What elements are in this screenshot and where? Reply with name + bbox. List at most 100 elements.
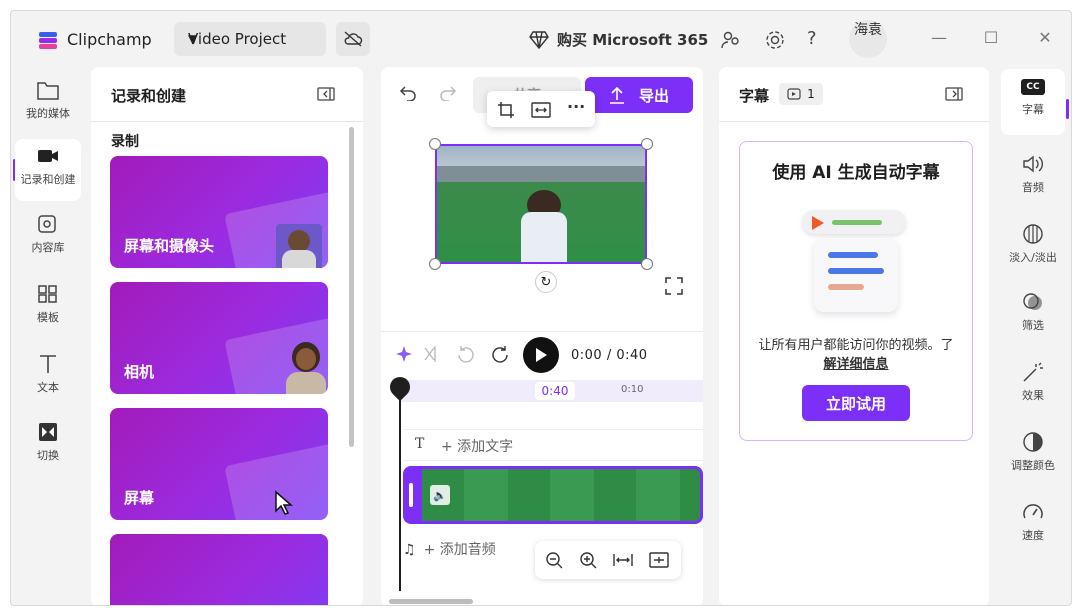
avatar[interactable]: 海袁 <box>849 20 887 58</box>
try-now-button[interactable]: 立即试用 <box>802 385 910 421</box>
rail-label: 切换 <box>37 449 59 462</box>
buy-m365-button[interactable]: 购买 Microsoft 365 <box>529 29 708 50</box>
cloud-off-icon <box>344 31 363 47</box>
fullscreen-icon[interactable] <box>665 277 683 295</box>
rail-label: 调整颜色 <box>1011 459 1055 472</box>
rail-item-color-adjust[interactable]: 调整颜色 <box>1001 425 1065 491</box>
settings-gear-icon[interactable] <box>763 28 787 52</box>
rail-item-audio[interactable]: 音频 <box>1001 147 1065 213</box>
playhead[interactable] <box>399 379 401 591</box>
resize-handle[interactable] <box>641 138 653 150</box>
rail-item-transitions[interactable]: 切换 <box>15 415 81 477</box>
zoom-out-icon[interactable] <box>545 551 563 569</box>
undo-icon[interactable] <box>399 85 417 101</box>
timeline-scrollbar[interactable] <box>389 599 473 604</box>
rail-item-fade[interactable]: 淡入/淡出 <box>1001 217 1065 283</box>
buy-label: 购买 Microsoft 365 <box>557 31 709 49</box>
clip-trim-handle[interactable] <box>409 483 413 507</box>
promo-desc-text: 让所有用户都能访问你的视频。了 <box>758 338 954 353</box>
rail-item-speed[interactable]: 速度 <box>1001 495 1065 561</box>
rail-label: 效果 <box>1022 389 1044 402</box>
more-options-icon[interactable]: ··· <box>567 97 585 116</box>
rail-item-captions[interactable]: CC 字幕 <box>1001 69 1065 135</box>
play-icon <box>536 348 547 362</box>
chevron-down-icon: ▼ <box>188 32 198 46</box>
video-clip[interactable]: 🔈 <box>403 466 703 524</box>
crop-icon[interactable] <box>497 101 515 119</box>
card-camera[interactable]: 相机 <box>110 282 328 394</box>
speed-icon <box>1023 504 1043 519</box>
fade-icon <box>1023 224 1043 244</box>
effects-icon <box>1023 362 1043 382</box>
close-button[interactable]: ✕ <box>1035 28 1055 48</box>
split-icon[interactable] <box>423 345 447 363</box>
rewind-5-icon[interactable] <box>457 345 475 363</box>
filters-icon <box>1023 293 1042 310</box>
rail-item-record-create[interactable]: 记录和创建 <box>15 139 81 201</box>
card-more[interactable] <box>110 534 328 605</box>
camera-icon <box>38 150 58 162</box>
timeline-ruler[interactable]: 0:40 0:10 <box>399 380 703 402</box>
redo-icon[interactable] <box>439 85 457 101</box>
play-button[interactable] <box>523 337 559 373</box>
collapse-panel-icon[interactable] <box>945 87 963 101</box>
export-button[interactable]: 导出 <box>585 77 693 113</box>
text-track[interactable]: T + 添加文字 <box>403 429 703 461</box>
panel-title: 字幕 <box>739 87 770 105</box>
resize-handle[interactable] <box>641 258 653 270</box>
clip-volume-icon[interactable]: 🔈 <box>430 485 450 505</box>
captions-icon: CC <box>1021 79 1045 95</box>
resize-handle[interactable] <box>429 138 441 150</box>
color-adjust-icon <box>1023 432 1043 452</box>
maximize-button[interactable]: ☐ <box>981 28 1001 48</box>
card-screen-camera[interactable]: 屏幕和摄像头 <box>110 156 328 268</box>
rail-label: 音频 <box>1022 181 1044 194</box>
learn-more-link[interactable]: 解详细信息 <box>823 357 888 372</box>
ai-sparkle-icon[interactable] <box>395 345 413 363</box>
card-label: 屏幕和摄像头 <box>124 237 215 255</box>
fit-icon[interactable] <box>531 102 551 118</box>
snap-icon[interactable] <box>649 552 669 568</box>
share-people-icon[interactable] <box>719 28 743 52</box>
captions-panel: 字幕 1 使用 AI 生成自动字幕 让所有用户都能访问你的视频。了 解详细信息 … <box>719 67 989 605</box>
rail-item-filters[interactable]: 筛选 <box>1001 285 1065 351</box>
rail-label: 记录和创建 <box>20 173 76 186</box>
audio-track[interactable]: ♫ + 添加音频 <box>403 539 496 559</box>
captions-illustration <box>802 204 912 316</box>
rail-label: 文本 <box>37 381 59 394</box>
rail-label: 我的媒体 <box>26 107 70 120</box>
time-total: 0:40 <box>616 348 648 363</box>
rail-item-effects[interactable]: 效果 <box>1001 355 1065 421</box>
project-name-dropdown[interactable]: Video Project ▼ <box>174 22 326 56</box>
minimize-button[interactable]: — <box>929 28 949 48</box>
divider <box>91 121 363 122</box>
preview-background <box>437 166 645 182</box>
rail-item-text[interactable]: 文本 <box>15 347 81 409</box>
resize-handle[interactable] <box>429 258 441 270</box>
ruler-mark-current: 0:40 <box>535 382 575 400</box>
rail-label: 内容库 <box>31 241 65 254</box>
rail-item-library[interactable]: 内容库 <box>15 207 81 269</box>
rail-label: 字幕 <box>1022 103 1044 116</box>
cloud-sync-button[interactable] <box>336 22 370 56</box>
rotate-icon[interactable]: ↻ <box>535 271 557 293</box>
video-preview[interactable] <box>435 144 647 264</box>
fit-timeline-icon[interactable] <box>613 552 633 568</box>
clip-thumbnails: 🔈 <box>422 469 700 521</box>
ruler-mark: 0:10 <box>621 384 644 395</box>
rail-item-templates[interactable]: 模板 <box>15 277 81 339</box>
collapse-panel-icon[interactable] <box>317 87 335 101</box>
rail-item-my-media[interactable]: 我的媒体 <box>15 73 81 135</box>
preview-person-body <box>521 212 567 262</box>
forward-5-icon[interactable] <box>491 345 509 363</box>
templates-icon <box>38 285 57 303</box>
card-screen[interactable]: 屏幕 <box>110 408 328 520</box>
person-thumbnail <box>282 338 328 394</box>
caption-count-badge: 1 <box>779 83 823 105</box>
preview-floating-toolbar: ··· <box>487 91 595 127</box>
help-icon[interactable]: ? <box>807 28 831 52</box>
panel-scrollbar[interactable] <box>349 127 354 447</box>
promo-description: 让所有用户都能访问你的视频。了 解详细信息 <box>746 336 966 374</box>
zoom-in-icon[interactable] <box>579 551 597 569</box>
app-window: Clipchamp Video Project ▼ 购买 Microsoft 3… <box>10 10 1072 606</box>
